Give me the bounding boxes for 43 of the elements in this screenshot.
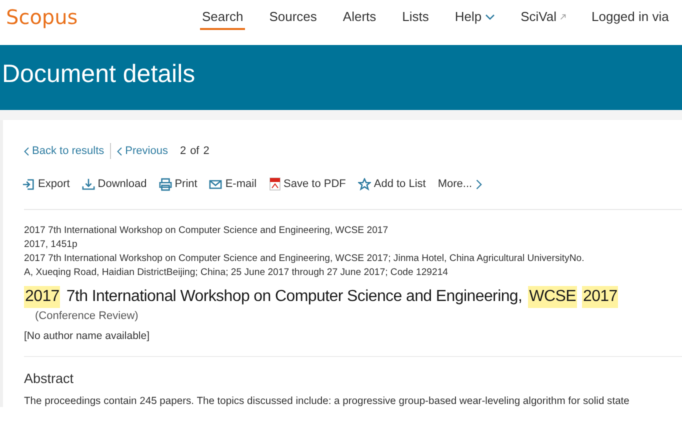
highlighted-title-term: 2017 xyxy=(582,286,618,308)
toolbar-action[interactable]: Add to List xyxy=(358,178,426,190)
nav-link[interactable]: Search xyxy=(200,5,246,30)
chevron-right-icon xyxy=(475,178,482,190)
previous-link[interactable]: Previous xyxy=(117,145,168,157)
nav-link[interactable]: Sources xyxy=(267,5,319,30)
document-type: (Conference Review) xyxy=(35,310,140,322)
back-to-results-link[interactable]: Back to results xyxy=(24,145,104,157)
toolbar-action[interactable]: Print xyxy=(158,178,198,190)
source-info: 2017 7th International Workshop on Computer Science and Engineering, WCSE 2017 xyxy=(24,224,390,238)
source-info: 2017 7th International Workshop on Computer Science and Engineering, WCSE 2017; Jinma Hotel, China Agricultural UniversityNo. xyxy=(24,252,586,266)
nav-link[interactable]: Alerts xyxy=(340,5,378,30)
star-icon xyxy=(358,178,371,190)
toolbar-action[interactable]: Save to PDF xyxy=(268,177,346,191)
chevron-left-icon xyxy=(117,146,124,156)
nav-link[interactable]: Lists xyxy=(400,5,431,30)
page-total: 2 xyxy=(203,145,210,157)
highlighted-title-term: WCSE xyxy=(528,286,577,308)
page-of: of xyxy=(190,145,200,157)
source-info: 2017, 1451p xyxy=(24,238,78,252)
author-names: [No author name available] xyxy=(24,330,150,342)
abstract-text: The proceedings contain 245 papers. The topics discussed include: a progressive group-based wear-leveling algorithm for solid state xyxy=(24,396,630,407)
external-link-icon xyxy=(560,14,566,20)
download-icon xyxy=(82,178,95,190)
export-icon xyxy=(22,178,35,190)
toolbar-action[interactable]: Download xyxy=(82,178,147,190)
document-title: 7th International Workshop on Computer Science and Engineering, xyxy=(65,287,524,307)
toolbar-action[interactable]: E-mail xyxy=(209,178,257,190)
page-position: 2 xyxy=(180,145,186,157)
page-title: Document details xyxy=(2,60,196,89)
toolbar-action[interactable]: More... xyxy=(438,178,482,190)
chevron-down-icon xyxy=(484,14,495,20)
printer-icon xyxy=(158,178,172,190)
chevron-left-icon xyxy=(24,146,30,156)
nav-link[interactable]: SciVal xyxy=(518,5,568,30)
highlighted-title-term: 2017 xyxy=(24,286,60,308)
envelope-icon xyxy=(209,178,222,190)
toolbar-action[interactable]: Export xyxy=(22,178,70,190)
pdf-icon xyxy=(268,177,281,191)
source-info: A, Xueqing Road, Haidian DistrictBeijing; China; 25 June 2017 through 27 June 2017; Code 129214 xyxy=(24,266,450,280)
nav-link[interactable]: Logged in via xyxy=(590,5,671,30)
nav-link[interactable]: Help xyxy=(452,5,497,30)
abstract-heading: Abstract xyxy=(24,371,75,386)
